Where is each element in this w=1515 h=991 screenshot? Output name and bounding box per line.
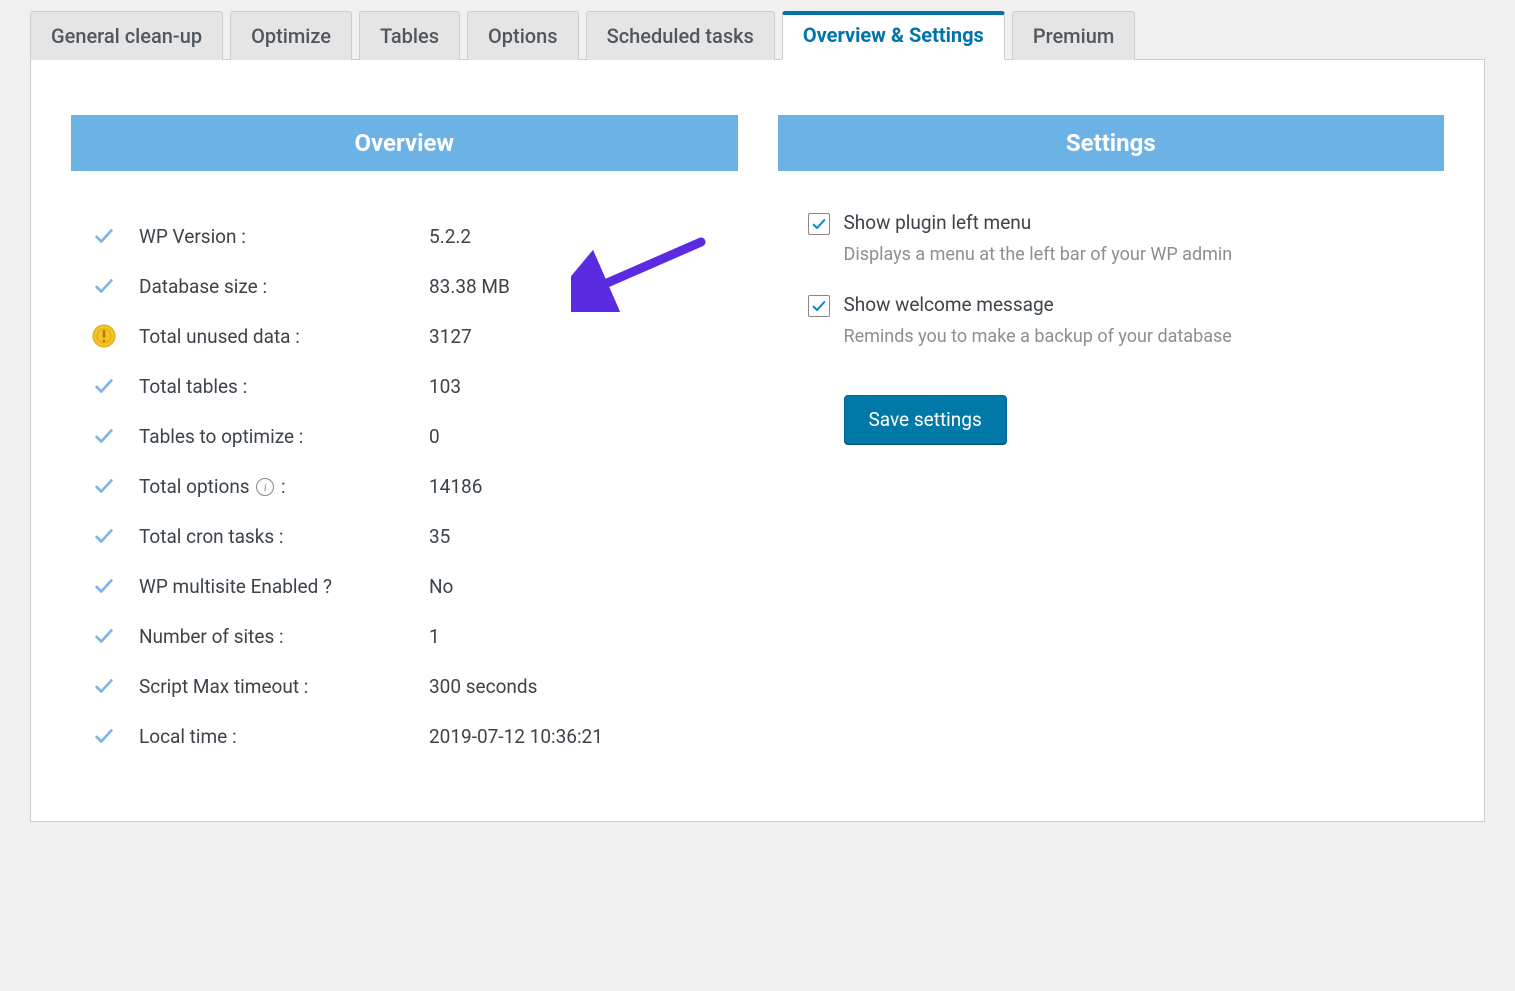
overview-row: Total cron tasks :35 [91, 511, 718, 561]
overview-row: Local time :2019-07-12 10:36:21 [91, 711, 718, 761]
overview-value: No [429, 575, 718, 598]
setting-label: Show welcome message [844, 293, 1415, 316]
check-icon [91, 223, 117, 249]
overview-value: 5.2.2 [429, 225, 718, 248]
setting-row: Show welcome message Reminds you to make … [808, 293, 1415, 347]
check-icon [91, 723, 117, 749]
overview-row: Number of sites :1 [91, 611, 718, 661]
setting-description: Reminds you to make a backup of your dat… [844, 326, 1415, 347]
checkbox[interactable] [808, 213, 830, 235]
tab-options[interactable]: Options [467, 11, 579, 60]
tab-premium[interactable]: Premium [1012, 11, 1135, 60]
overview-label: WP multisite Enabled ? [139, 575, 429, 598]
tab-general-clean-up[interactable]: General clean-up [30, 11, 223, 60]
overview-value: 35 [429, 525, 718, 548]
overview-value: 103 [429, 375, 718, 398]
tab-overview-settings[interactable]: Overview & Settings [782, 11, 1005, 60]
overview-row: Total options i :14186 [91, 461, 718, 511]
tab-scheduled-tasks[interactable]: Scheduled tasks [586, 11, 775, 60]
overview-value: 3127 [429, 325, 718, 348]
check-icon [91, 373, 117, 399]
check-icon [91, 423, 117, 449]
overview-column: Overview WP Version :5.2.2Database size … [71, 115, 738, 761]
save-settings-button[interactable]: Save settings [844, 395, 1007, 444]
check-icon [91, 673, 117, 699]
check-icon [91, 573, 117, 599]
overview-row: Database size :83.38 MB [91, 261, 718, 311]
check-icon [91, 473, 117, 499]
coin-warning-icon [91, 323, 117, 349]
tab-tables[interactable]: Tables [359, 11, 460, 60]
overview-value: 83.38 MB [429, 275, 718, 298]
overview-list: WP Version :5.2.2Database size :83.38 MB… [71, 171, 738, 761]
tab-optimize[interactable]: Optimize [230, 11, 352, 60]
tab-content-panel: Overview WP Version :5.2.2Database size … [30, 60, 1485, 822]
overview-label: Script Max timeout : [139, 675, 429, 698]
check-icon [91, 523, 117, 549]
settings-column: Settings Show plugin left menu Displays a… [778, 115, 1445, 761]
overview-value: 1 [429, 625, 718, 648]
overview-row: WP multisite Enabled ?No [91, 561, 718, 611]
overview-label: Local time : [139, 725, 429, 748]
overview-label: Total options i : [139, 475, 429, 498]
overview-label: Database size : [139, 275, 429, 298]
nav-tabs: General clean-upOptimizeTablesOptionsSch… [30, 0, 1485, 60]
overview-label: Total cron tasks : [139, 525, 429, 548]
settings-heading: Settings [778, 115, 1445, 171]
overview-value: 0 [429, 425, 718, 448]
overview-label: WP Version : [139, 225, 429, 248]
overview-value: 14186 [429, 475, 718, 498]
check-icon [91, 623, 117, 649]
check-icon [91, 273, 117, 299]
overview-label: Total unused data : [139, 325, 429, 348]
setting-row: Show plugin left menu Displays a menu at … [808, 211, 1415, 265]
overview-label: Number of sites : [139, 625, 429, 648]
info-icon[interactable]: i [256, 478, 274, 496]
overview-heading: Overview [71, 115, 738, 171]
overview-label: Tables to optimize : [139, 425, 429, 448]
overview-row: Tables to optimize :0 [91, 411, 718, 461]
overview-value: 300 seconds [429, 675, 718, 698]
checkbox[interactable] [808, 295, 830, 317]
overview-label: Total tables : [139, 375, 429, 398]
overview-row: Total tables :103 [91, 361, 718, 411]
overview-value: 2019-07-12 10:36:21 [429, 725, 718, 748]
setting-label: Show plugin left menu [844, 211, 1415, 234]
overview-row: Script Max timeout :300 seconds [91, 661, 718, 711]
overview-row: Total unused data :3127 [91, 311, 718, 361]
setting-description: Displays a menu at the left bar of your … [844, 244, 1415, 265]
settings-list: Show plugin left menu Displays a menu at … [778, 171, 1445, 444]
overview-row: WP Version :5.2.2 [91, 211, 718, 261]
